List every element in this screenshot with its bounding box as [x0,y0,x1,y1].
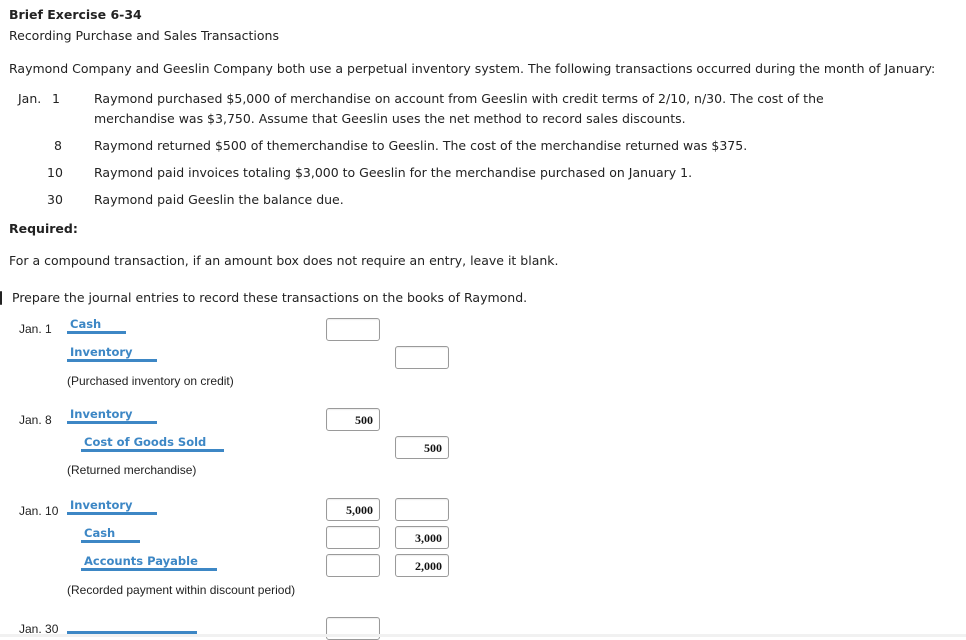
credit-input[interactable]: 3,000 [395,526,449,549]
credit-input[interactable]: 500 [395,436,449,459]
account-name: Inventory [70,345,133,359]
intro-text: Raymond Company and Geeslin Company both… [9,61,936,76]
account-select[interactable]: Inventory [67,345,157,362]
instruction-text: For a compound transaction, if an amount… [9,253,559,268]
transaction-text: Raymond returned $500 of themerchandise … [94,138,748,153]
transaction-day: 8 [54,138,62,153]
debit-input[interactable] [326,318,380,341]
account-select[interactable]: Inventory [67,407,157,424]
credit-input[interactable] [395,346,449,369]
credit-input[interactable]: 2,000 [395,554,449,577]
transaction-text: Raymond paid invoices totaling $3,000 to… [94,165,693,180]
entry-memo: (Recorded payment within discount period… [67,583,296,597]
transaction-month: Jan. [18,91,42,106]
transaction-day: 30 [47,192,63,207]
account-select[interactable]: Accounts Payable [81,554,217,571]
debit-input[interactable]: 500 [326,408,380,431]
debit-input[interactable] [326,526,380,549]
account-name: Inventory [70,407,133,421]
transaction-day: 1 [52,91,60,106]
transaction-day: 10 [47,165,63,180]
account-name: Cash [84,526,116,540]
question-marker [0,291,2,305]
entry-memo: (Purchased inventory on credit) [67,374,234,388]
account-select[interactable]: Cash [81,526,140,543]
entry-date: Jan. 10 [19,504,59,518]
prompt-text: Prepare the journal entries to record th… [12,290,528,305]
entry-date: Jan. 8 [19,413,52,427]
account-name: Accounts Payable [84,554,198,568]
account-name: Cost of Goods Sold [84,435,207,449]
debit-input[interactable]: 5,000 [326,498,380,521]
account-name: Inventory [70,498,133,512]
transaction-text: merchandise was $3,750. Assume that Gees… [94,111,686,126]
entry-memo: (Returned merchandise) [67,463,197,477]
account-select[interactable] [67,617,197,634]
debit-input[interactable] [326,554,380,577]
account-select[interactable]: Inventory [67,498,157,515]
account-name: Cash [70,317,102,331]
exercise-subtitle: Recording Purchase and Sales Transaction… [9,28,279,43]
account-select[interactable]: Cost of Goods Sold [81,435,224,452]
account-select[interactable]: Cash [67,317,126,334]
entry-date: Jan. 1 [19,322,52,336]
transaction-text: Raymond purchased $5,000 of merchandise … [94,91,824,106]
exercise-title: Brief Exercise 6-34 [9,7,142,22]
credit-input[interactable] [395,498,449,521]
transaction-text: Raymond paid Geeslin the balance due. [94,192,344,207]
required-label: Required: [9,221,78,236]
